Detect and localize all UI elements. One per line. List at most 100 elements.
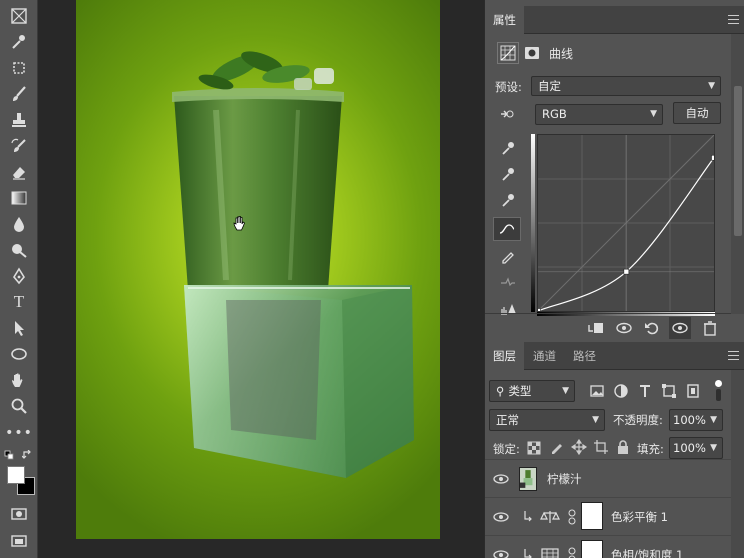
quick-mask-icon[interactable]	[6, 503, 32, 525]
gray-point-eyedropper-icon[interactable]	[497, 163, 519, 185]
filter-kind: 类型	[508, 384, 532, 398]
tab-paths[interactable]: 路径	[565, 342, 604, 370]
brush-icon[interactable]	[6, 83, 32, 105]
layers-menu-icon[interactable]	[728, 351, 739, 360]
eye-icon[interactable]	[493, 471, 509, 487]
tab-properties[interactable]: 属性	[485, 6, 524, 34]
properties-menu-icon[interactable]	[728, 15, 739, 24]
pen-icon[interactable]	[6, 265, 32, 287]
properties-scrollbar-thumb[interactable]	[734, 86, 742, 236]
screen-mode-icon[interactable]	[6, 530, 32, 552]
chain-link-icon[interactable]	[567, 547, 577, 558]
default-colors-icon[interactable]	[4, 450, 14, 460]
filter-toggle[interactable]	[713, 380, 723, 402]
curve-control-point[interactable]	[711, 154, 717, 161]
dodge-icon[interactable]	[6, 239, 32, 261]
lock-all-icon[interactable]	[615, 439, 631, 455]
preset-dropdown[interactable]: 自定 ▼	[531, 76, 721, 96]
layer-filter-dropdown[interactable]: ⚲ 类型 ▼	[489, 380, 575, 402]
eraser-icon[interactable]	[6, 161, 32, 183]
history-brush-icon[interactable]	[6, 135, 32, 157]
mask-icon[interactable]	[521, 42, 543, 64]
mint-garnish	[198, 51, 334, 90]
more-tools-button[interactable]: •••	[5, 422, 32, 444]
fill-input[interactable]: 100% ▼	[669, 437, 723, 459]
toolbar: T •••	[0, 0, 38, 558]
clipping-arrow-icon	[524, 549, 532, 558]
eye-icon[interactable]	[493, 547, 509, 558]
zoom-icon[interactable]	[6, 395, 32, 417]
path-select-icon[interactable]	[6, 317, 32, 339]
black-point-eyedropper-icon[interactable]	[497, 137, 519, 159]
adjustment-filter-icon[interactable]	[613, 383, 629, 399]
type-tool-label: T	[13, 292, 25, 311]
lock-artboard-icon[interactable]	[593, 439, 609, 455]
pencil-draw-icon[interactable]	[497, 245, 519, 267]
white-point-eyedropper-icon[interactable]	[497, 189, 519, 211]
stamp-icon[interactable]	[6, 109, 32, 131]
ice-cube	[184, 285, 414, 478]
chain-link-icon[interactable]	[567, 509, 577, 525]
view-previous-icon[interactable]	[613, 317, 635, 339]
preset-label: 预设:	[495, 80, 522, 94]
auto-button[interactable]: 自动	[673, 102, 721, 124]
opacity-input[interactable]: 100% ▼	[669, 409, 723, 431]
slice-icon[interactable]	[6, 5, 32, 27]
crop-icon[interactable]	[6, 57, 32, 79]
layer-mask-thumbnail[interactable]	[581, 502, 603, 530]
opacity-value: 100%	[673, 413, 706, 427]
curve-control-point[interactable]	[623, 268, 630, 275]
canvas-area[interactable]	[38, 0, 484, 558]
curve-control-point[interactable]	[535, 308, 541, 314]
foreground-color-swatch[interactable]	[7, 466, 25, 484]
swap-colors-icon[interactable]	[22, 450, 32, 460]
reset-icon[interactable]	[641, 317, 663, 339]
blend-mode-dropdown[interactable]: 正常 ▼	[489, 409, 605, 431]
properties-tabbar: 属性	[485, 6, 744, 34]
curve-point-tool-icon[interactable]	[493, 217, 521, 241]
tab-layers[interactable]: 图层	[485, 342, 524, 370]
lock-transparent-icon[interactable]	[527, 440, 541, 455]
lock-label: 锁定:	[493, 442, 520, 456]
lock-position-icon[interactable]	[570, 438, 588, 456]
layer-row[interactable]: 色相/饱和度 1	[485, 535, 731, 558]
on-image-adjust-icon[interactable]	[495, 103, 517, 125]
clip-to-layer-icon[interactable]	[585, 317, 607, 339]
gradient-icon[interactable]	[6, 187, 32, 209]
curve-svg[interactable]	[535, 134, 717, 314]
lock-image-icon[interactable]	[549, 439, 565, 455]
smart-object-badge-icon	[520, 470, 533, 488]
layer-mask-thumbnail[interactable]	[581, 540, 603, 558]
document-canvas[interactable]	[76, 0, 440, 539]
hue-saturation-icon	[541, 548, 559, 558]
type-icon[interactable]: T	[6, 291, 32, 313]
curve-graph[interactable]	[535, 134, 717, 314]
shape-filter-icon[interactable]	[661, 383, 677, 399]
layer-row[interactable]: 柠檬汁	[485, 459, 731, 497]
image-filter-icon[interactable]	[589, 383, 605, 399]
blur-icon[interactable]	[6, 213, 32, 235]
hand-icon[interactable]	[6, 369, 32, 391]
properties-scrollbar[interactable]	[731, 34, 744, 314]
adjustment-title: 曲线	[549, 47, 574, 61]
eye-icon[interactable]	[493, 509, 509, 525]
visibility-toggle-icon[interactable]	[669, 317, 691, 339]
ellipse-icon[interactable]	[6, 343, 32, 365]
fill-value: 100%	[673, 441, 706, 455]
layer-name: 柠檬汁	[547, 472, 582, 486]
fill-label: 填充:	[637, 442, 664, 456]
smooth-curve-icon[interactable]	[497, 271, 519, 293]
layer-name: 色彩平衡 1	[611, 510, 668, 524]
tab-channels[interactable]: 通道	[525, 342, 564, 370]
channel-dropdown[interactable]: RGB ▼	[535, 104, 663, 125]
trash-icon[interactable]	[699, 317, 721, 339]
layer-row[interactable]: 色彩平衡 1	[485, 497, 731, 535]
type-filter-icon[interactable]	[637, 383, 653, 399]
smart-object-filter-icon[interactable]	[685, 383, 701, 399]
layers-scrollbar[interactable]	[731, 370, 744, 558]
eyedropper-icon[interactable]	[6, 31, 32, 53]
channel-value: RGB	[542, 107, 567, 121]
cup	[174, 96, 342, 290]
adjustment-icon[interactable]	[497, 42, 519, 64]
blend-mode-value: 正常	[496, 413, 519, 427]
